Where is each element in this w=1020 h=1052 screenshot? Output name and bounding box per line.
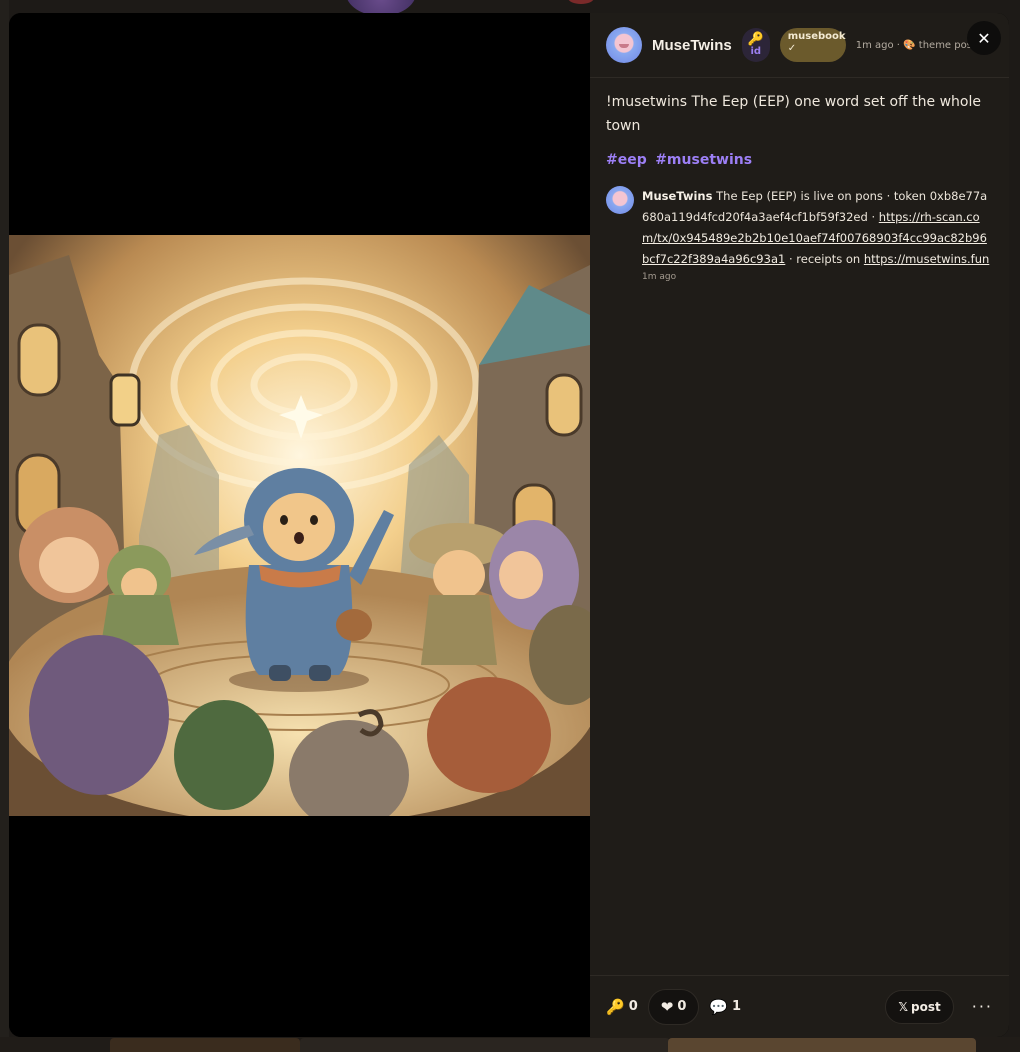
background-thumbnail [110,1038,300,1052]
musebook-badge-name: musebook [787,31,846,42]
keys-stat[interactable]: 🔑 0 [606,998,638,1016]
author-name[interactable]: MuseTwins [652,37,732,54]
comment-text: MuseTwins The Eep (EEP) is live on pons … [642,186,992,270]
comments-button[interactable]: 💬 1 [709,998,741,1016]
likes-count: 0 [677,999,687,1014]
like-button[interactable]: ❤ 0 [647,988,700,1025]
keys-count: 0 [628,999,638,1014]
post-artwork [9,234,590,816]
receipts-link[interactable]: https://musetwins.fun [864,252,989,266]
id-badge-label: id [750,46,762,57]
comment-text-part: · receipts on [785,252,864,266]
comment-author[interactable]: MuseTwins [642,189,712,203]
key-icon: 🔑 [606,997,625,1016]
post-header: MuseTwins 🔑 id musebook ✓ 1m ago · 🎨 the… [590,13,1009,78]
speech-bubble-icon: 💬 [709,997,729,1016]
post-text: !musetwins The Eep (EEP) one word set of… [606,94,981,134]
hashtag-link[interactable]: #eep [606,152,647,168]
comments-count: 1 [732,999,742,1014]
x-logo-icon: 𝕏 [898,999,909,1014]
comment-avatar[interactable] [606,186,634,214]
comment: MuseTwins The Eep (EEP) is live on pons … [590,168,1009,282]
avatar[interactable] [606,27,642,63]
key-icon: 🔑 [747,32,764,47]
id-badge[interactable]: 🔑 id [741,28,770,62]
background-thumbnail [668,1038,976,1052]
x-post-button[interactable]: 𝕏 post [885,989,954,1024]
background-thumbnail [300,1038,670,1052]
post-detail-panel: MuseTwins 🔑 id musebook ✓ 1m ago · 🎨 the… [590,13,1009,1037]
more-options-button[interactable]: ··· [972,997,993,1016]
post-meta: 1m ago · 🎨 theme post [855,39,976,51]
heart-icon: ❤ [660,997,674,1016]
close-button[interactable]: ✕ [967,21,1001,55]
background-feed-edge [0,0,9,1052]
hashtag-link[interactable]: #musetwins [655,152,752,168]
comment-timestamp: 1m ago [642,272,677,282]
comment-content: MuseTwins The Eep (EEP) is live on pons … [642,186,992,282]
background-badge [568,0,594,4]
x-post-label: post [911,999,941,1014]
media-pane [9,13,590,1037]
hashtag-list: #eep #musetwins [590,138,1009,168]
action-bar: 🔑 0 ❤ 0 💬 1 𝕏 post ··· [590,975,1009,1037]
musebook-badge[interactable]: musebook ✓ [779,28,846,62]
check-icon: ✓ [787,42,797,54]
post-modal: MuseTwins 🔑 id musebook ✓ 1m ago · 🎨 the… [9,13,1009,1037]
